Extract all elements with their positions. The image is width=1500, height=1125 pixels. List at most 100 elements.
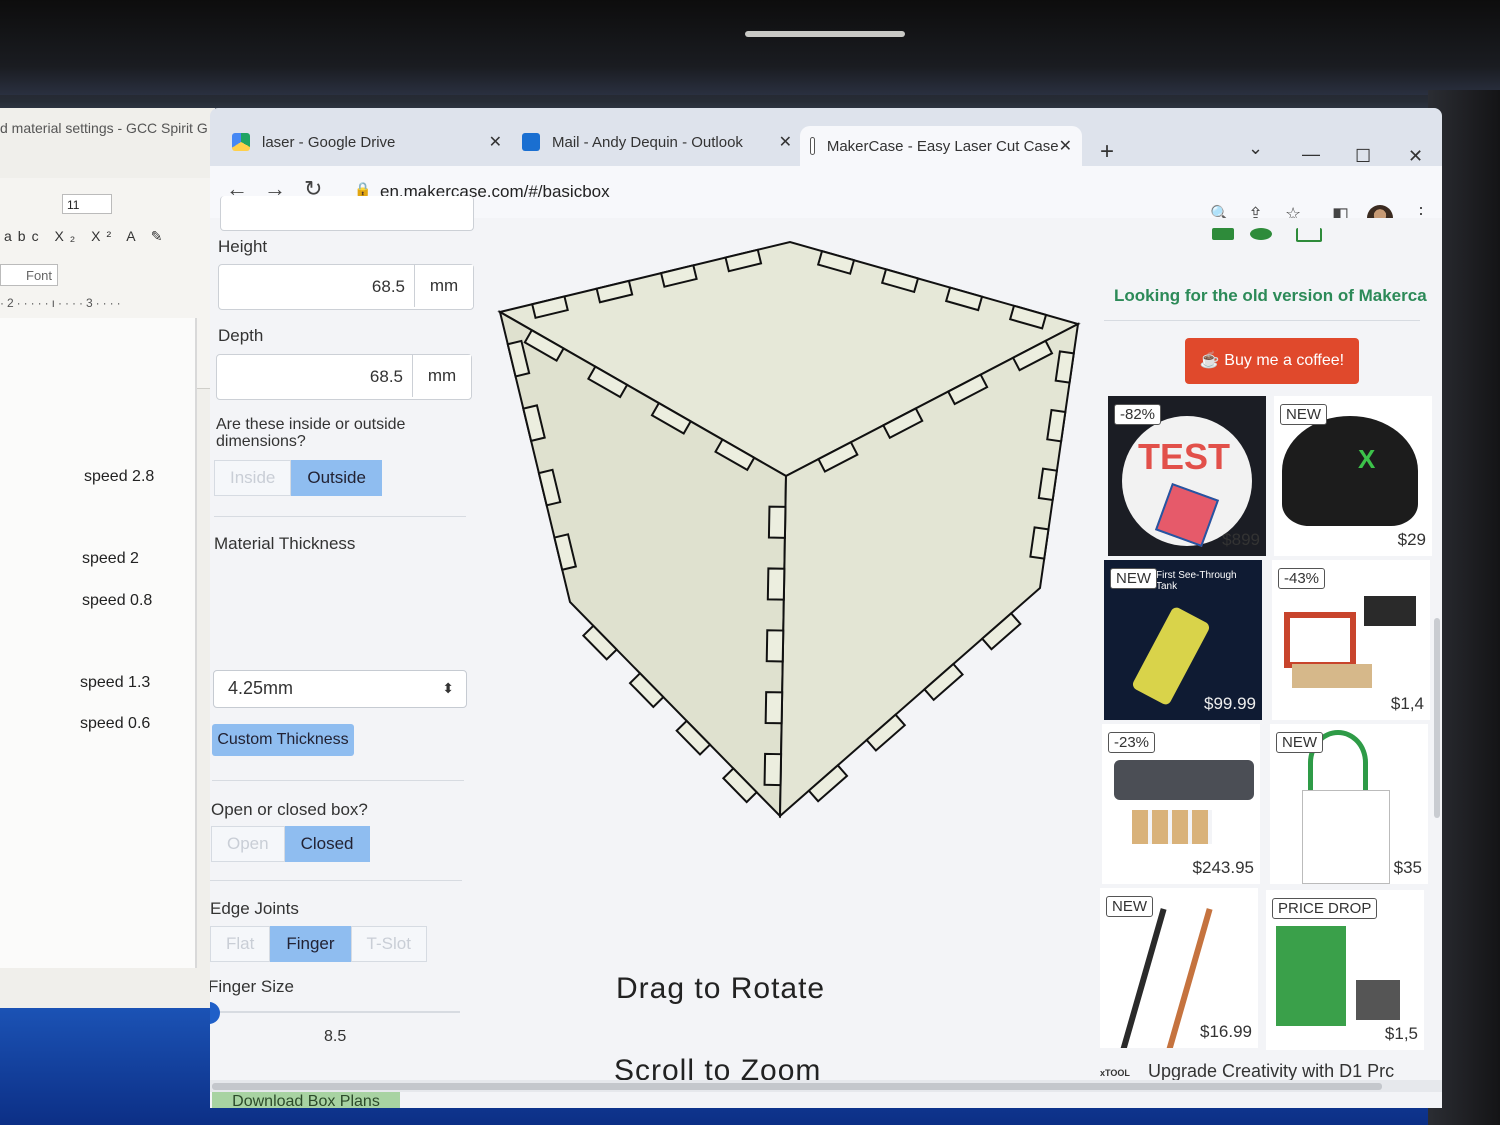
- inside-option[interactable]: Inside: [214, 460, 292, 496]
- product-card[interactable]: First See-Through Tank NEW $99.99: [1104, 560, 1262, 720]
- outside-option[interactable]: Outside: [291, 460, 382, 496]
- closed-option[interactable]: Closed: [284, 826, 370, 862]
- close-icon[interactable]: ✕: [779, 132, 792, 152]
- finger-tab: [1046, 408, 1067, 443]
- product-price: $1,5: [1384, 1024, 1418, 1043]
- rotate-hint: Drag to Rotate: [616, 972, 826, 1005]
- new-badge: NEW: [1276, 732, 1323, 753]
- product-card[interactable]: -43% $1,4: [1272, 560, 1430, 720]
- doc-line: speed 1.3: [80, 674, 151, 691]
- twitter-icon[interactable]: [1250, 228, 1272, 240]
- tab-label: Mail - Andy Dequin - Outlook: [552, 133, 743, 151]
- product-card[interactable]: X NEW $29: [1274, 396, 1432, 556]
- new-tab-button[interactable]: +: [1100, 138, 1114, 166]
- page-icon: [810, 137, 815, 155]
- ad-footer-text[interactable]: Upgrade Creativity with D1 Prc: [1148, 1061, 1394, 1082]
- old-version-link[interactable]: Looking for the old version of Makerca: [1114, 286, 1427, 306]
- product-card[interactable]: NEW $35: [1270, 724, 1428, 884]
- close-icon[interactable]: ✕: [1059, 136, 1072, 156]
- finger-tab: [1037, 467, 1059, 502]
- doc-line: speed 0.6: [80, 715, 151, 732]
- discount-badge: -82%: [1114, 404, 1162, 425]
- tab-search-icon[interactable]: ⌄: [1248, 138, 1263, 159]
- coffee-cup-icon: ☕: [1199, 352, 1225, 369]
- open-option[interactable]: Open: [211, 826, 285, 862]
- product-card[interactable]: TEST -82% $899: [1108, 396, 1266, 556]
- product-price: $99.99: [1204, 694, 1256, 713]
- slider-handle[interactable]: [210, 1002, 220, 1024]
- finger-option[interactable]: Finger: [270, 926, 351, 962]
- cap-image: [1282, 416, 1418, 526]
- instagram-icon[interactable]: [1296, 228, 1322, 242]
- tab-label: laser - Google Drive: [262, 133, 396, 151]
- tab-makercase[interactable]: MakerCase - Easy Laser Cut Case ✕: [800, 126, 1082, 166]
- height-input[interactable]: 68.5 mm: [218, 264, 474, 310]
- font-size-box[interactable]: 11: [62, 194, 112, 214]
- finger-tab: [766, 567, 786, 601]
- tab-outlook[interactable]: Mail - Andy Dequin - Outlook ✕: [522, 122, 792, 162]
- doc-line: speed 2: [82, 550, 139, 567]
- open-closed-label: Open or closed box?: [211, 800, 368, 819]
- wood-blocks-image: [1132, 810, 1212, 844]
- format-tools[interactable]: abc X₂ X² A ✎: [4, 228, 168, 245]
- product-price: $1,4: [1390, 694, 1424, 713]
- height-value[interactable]: 68.5: [372, 277, 405, 297]
- settings-panel: Height 68.5 mm Depth 68.5 mm Are these i…: [210, 196, 480, 1108]
- product-overlay-text: TEST: [1138, 436, 1231, 477]
- product-card[interactable]: -23% $243.95: [1102, 724, 1260, 884]
- horizontal-scrollbar[interactable]: [210, 1080, 1442, 1092]
- x-logo: X: [1358, 444, 1376, 474]
- edge-joints-label: Edge Joints: [210, 899, 299, 918]
- machine-image: [1356, 980, 1400, 1020]
- social-icon[interactable]: [1212, 228, 1234, 240]
- flat-option[interactable]: Flat: [210, 926, 271, 962]
- chevron-updown-icon: ⬍: [442, 680, 454, 696]
- tslot-option[interactable]: T-Slot: [350, 926, 427, 962]
- new-badge: NEW: [1110, 568, 1157, 589]
- depth-input[interactable]: 68.5 mm: [216, 354, 472, 400]
- product-card[interactable]: PRICE DROP $1,5: [1266, 890, 1424, 1050]
- finger-tab: [765, 629, 785, 663]
- divider: [212, 780, 464, 781]
- close-icon[interactable]: ✕: [489, 132, 502, 152]
- open-closed-toggle: Open Closed: [211, 826, 370, 862]
- browser-window: laser - Google Drive ✕ Mail - Andy Dequi…: [210, 108, 1442, 1108]
- page-content: Height 68.5 mm Depth 68.5 mm Are these i…: [210, 196, 1442, 1108]
- finger-size-slider[interactable]: [210, 1011, 460, 1013]
- discount-badge: -23%: [1108, 732, 1156, 753]
- custom-thickness-button[interactable]: Custom Thickness: [212, 724, 354, 756]
- outlook-icon: [522, 133, 540, 151]
- finger-tab: [763, 752, 783, 787]
- google-drive-icon: [232, 133, 250, 151]
- depth-value[interactable]: 68.5: [370, 367, 403, 387]
- tab-label: MakerCase - Easy Laser Cut Case: [826, 137, 1059, 155]
- vertical-scrollbar[interactable]: [1434, 618, 1440, 818]
- width-input-partial[interactable]: [220, 196, 474, 231]
- thickness-select[interactable]: 4.25mm ⬍: [213, 670, 467, 708]
- product-price: $29: [1397, 530, 1426, 549]
- discount-badge: -43%: [1278, 568, 1326, 589]
- pencil-black-image: [1119, 908, 1167, 1048]
- buy-me-coffee-button[interactable]: ☕ Buy me a coffee!: [1185, 338, 1359, 384]
- machine-image: [1364, 596, 1416, 626]
- ad-sidebar: Looking for the old version of Makerca ☕…: [1100, 218, 1442, 1108]
- height-label: Height: [218, 237, 268, 256]
- product-price: $35: [1393, 858, 1422, 877]
- thickness-value: 4.25mm: [228, 678, 294, 698]
- close-window-button[interactable]: ✕: [1408, 146, 1423, 167]
- xtool-logo: xTOOL: [1100, 1068, 1130, 1078]
- tab-google-drive[interactable]: laser - Google Drive ✕: [232, 122, 502, 162]
- maximize-button[interactable]: ☐: [1355, 146, 1371, 167]
- divider: [210, 880, 462, 881]
- depth-label: Depth: [218, 326, 264, 345]
- ruler: ·2·····ı····3····: [0, 296, 124, 310]
- finger-tab: [767, 505, 787, 539]
- product-price: $243.95: [1192, 858, 1254, 877]
- scrollbar-thumb[interactable]: [212, 1083, 1382, 1090]
- product-card[interactable]: NEW $16.99: [1100, 888, 1258, 1048]
- minimize-button[interactable]: —: [1302, 144, 1320, 165]
- doc-line: speed 0.8: [82, 592, 153, 609]
- finger-tab: [1054, 350, 1075, 384]
- box-3d-viewer[interactable]: Drag to Rotate Scroll to Zoom: [480, 218, 1100, 1108]
- divider: [214, 516, 466, 517]
